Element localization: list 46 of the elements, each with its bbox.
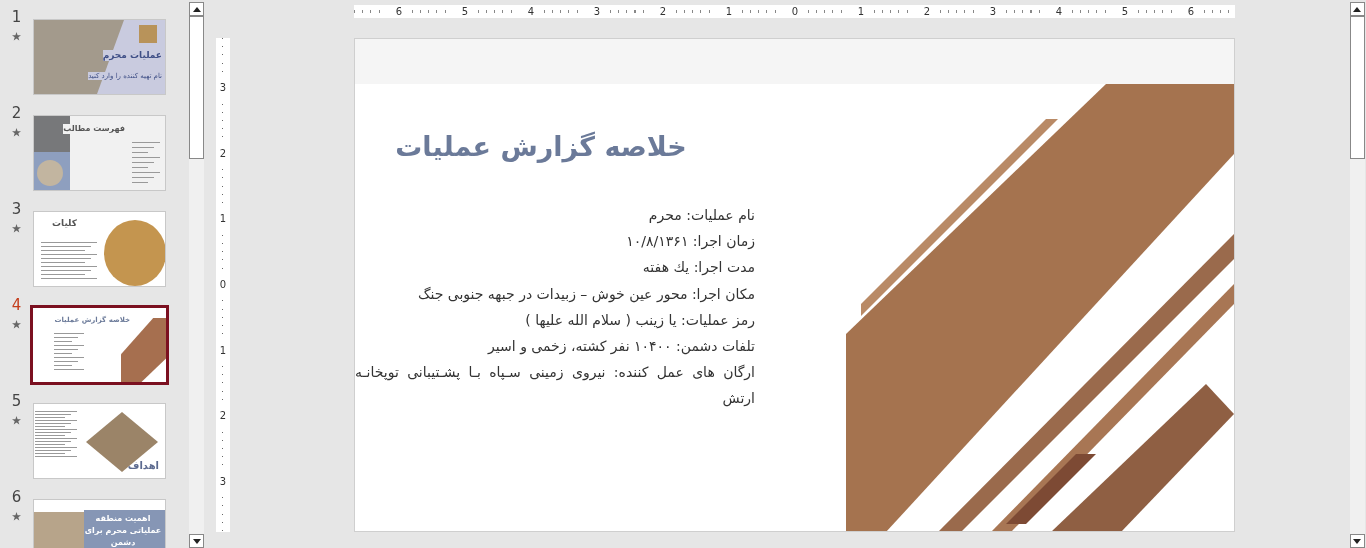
slide-title: اهمیت منطقه عملیاتی محرم برای دشمن bbox=[83, 513, 163, 548]
body-text-line: رمز عملیات: یا زینب ( سلام الله علیها ) bbox=[524, 310, 755, 331]
down-triangle-icon bbox=[192, 538, 201, 544]
scroll-thumb[interactable] bbox=[1349, 16, 1365, 159]
slide-thumbnail[interactable]: فهرست مطالب bbox=[33, 115, 166, 191]
star-icon bbox=[12, 32, 21, 41]
body-text-line: تلفات دشمن: ۱۰۴۰۰ نفر کشته، زخمی و اسیر bbox=[486, 337, 755, 357]
slide-number: 1 bbox=[11, 8, 22, 26]
scroll-up-button[interactable] bbox=[1349, 2, 1365, 16]
body-text-line: نام عملیات: محرم bbox=[647, 206, 755, 226]
slide-thumbnail[interactable]: کلیات bbox=[33, 211, 166, 287]
slide-number: 5 bbox=[11, 392, 22, 410]
up-triangle-icon bbox=[192, 6, 201, 12]
slide-thumbnail[interactable]: اهمیت منطقه عملیاتی محرم برای دشمن bbox=[33, 499, 166, 548]
star-icon bbox=[12, 128, 21, 137]
slide-title: فهرست مطالب bbox=[63, 124, 125, 134]
body-text-line: مکان اجرا: محور عین خوش – زبیدات در جبهه جنوبی جنگ bbox=[416, 284, 755, 305]
slide-title: خلاصه گزارش عملیات bbox=[394, 131, 688, 162]
down-triangle-icon bbox=[1353, 538, 1361, 544]
slide-title: اهداف bbox=[127, 460, 159, 472]
body-text-line: زمان اجرا: ۱۰/۸/۱۳۶۱ bbox=[625, 232, 755, 252]
slide-number: 2 bbox=[11, 104, 22, 122]
text-lines-drawing bbox=[35, 411, 77, 457]
body-text-line: مدت اجرا: یك هفته bbox=[641, 258, 755, 278]
scroll-down-button[interactable] bbox=[1349, 534, 1365, 548]
star-icon bbox=[12, 512, 21, 521]
slide-thumbnail[interactable]: اهداف bbox=[33, 403, 166, 479]
ruler-number: 1 bbox=[219, 338, 227, 362]
text-lines-drawing bbox=[41, 242, 97, 279]
body-text-line: ارگان های عمل کننده: نیروی زمینی سـپاه بـا پشـتیبانی توپخانـه ارتش bbox=[355, 363, 755, 409]
photo-placeholder bbox=[139, 25, 157, 43]
up-triangle-icon bbox=[1353, 6, 1361, 12]
slide-number: 4 bbox=[11, 296, 22, 314]
scroll-down-button[interactable] bbox=[189, 534, 204, 548]
slide-title: کلیات bbox=[52, 218, 77, 229]
star-icon bbox=[12, 320, 21, 329]
slide-title: عملیات محرم bbox=[102, 50, 162, 61]
ruler-number: 1 bbox=[219, 207, 227, 231]
text-lines-drawing bbox=[54, 333, 84, 370]
star-icon bbox=[12, 224, 21, 233]
text-lines-drawing bbox=[132, 142, 160, 183]
scroll-thumb[interactable] bbox=[189, 16, 204, 159]
slide-number: 6 bbox=[11, 488, 22, 506]
scroll-up-button[interactable] bbox=[189, 2, 204, 16]
star-icon bbox=[12, 416, 21, 425]
slide-number: 3 bbox=[11, 200, 22, 218]
